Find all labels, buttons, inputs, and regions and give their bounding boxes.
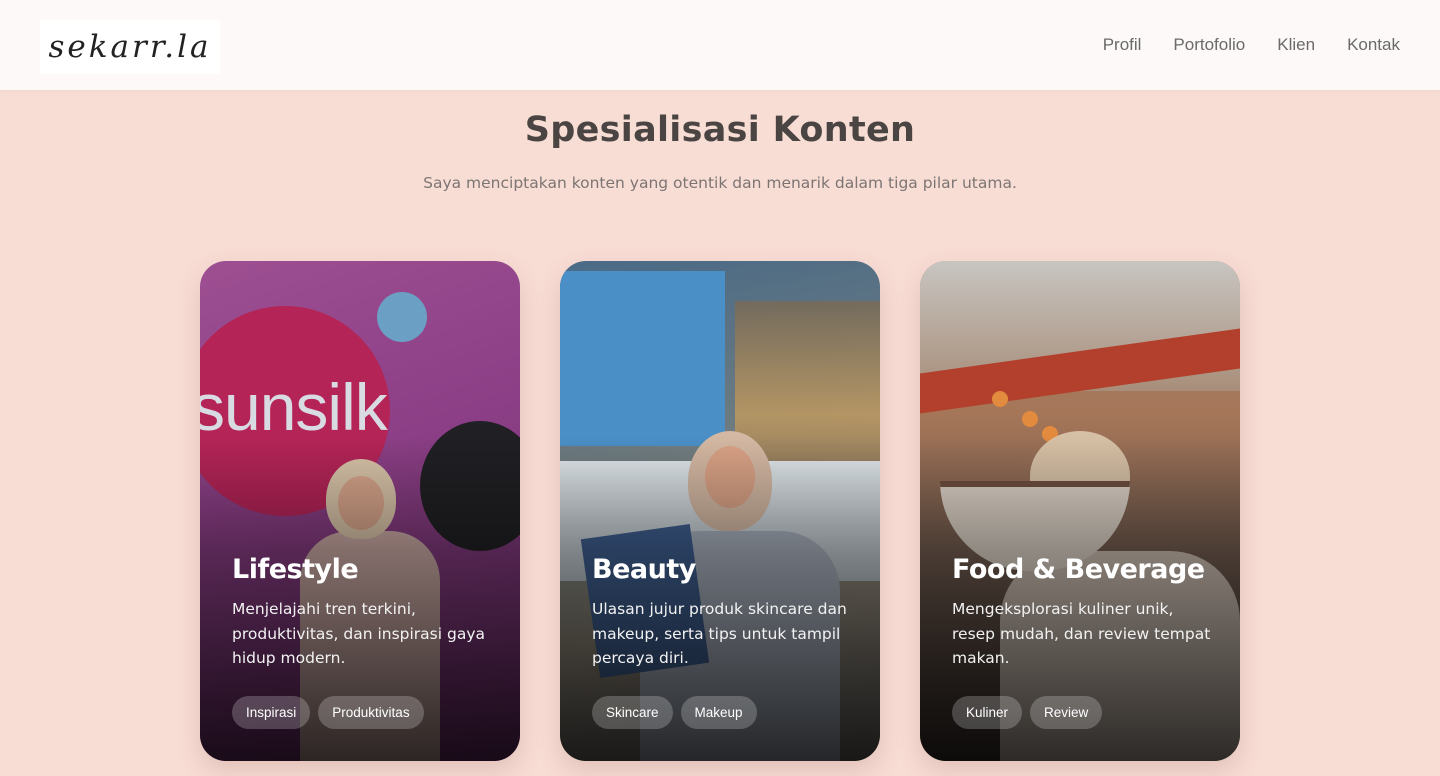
section-title: Spesialisasi Konten: [524, 110, 916, 150]
card-description: Menjelajahi tren terkini, produktivitas,…: [232, 600, 485, 667]
tag-review[interactable]: Review: [1030, 696, 1103, 729]
site-header: sekarr.la Profil Portofolio Klien Kontak: [0, 0, 1440, 90]
card-description: Mengeksplorasi kuliner unik, resep mudah…: [952, 600, 1211, 667]
tag-produktivitas[interactable]: Produktivitas: [318, 696, 424, 729]
card-lifestyle[interactable]: sunsilk Lifestyle Menjelajahi tren terki…: [200, 261, 520, 761]
card-description: Ulasan jujur produk skincare dan makeup,…: [592, 600, 847, 667]
nav-link-klien[interactable]: Klien: [1277, 35, 1315, 55]
card-title: Food & Beverage: [952, 554, 1205, 585]
card-content: Beauty Ulasan jujur produk skincare dan …: [592, 554, 856, 671]
nav-link-portofolio[interactable]: Portofolio: [1173, 35, 1245, 55]
card-title: Beauty: [592, 554, 696, 585]
section-subtitle: Saya menciptakan konten yang otentik dan…: [423, 174, 1017, 192]
site-logo[interactable]: sekarr.la: [40, 20, 220, 74]
card-beauty[interactable]: Beauty Ulasan jujur produk skincare dan …: [560, 261, 880, 761]
nav-link-kontak[interactable]: Kontak: [1347, 35, 1400, 55]
card-content: Lifestyle Menjelajahi tren terkini, prod…: [232, 554, 496, 671]
card-overlay: [200, 261, 520, 761]
card-food-beverage[interactable]: Food & Beverage Mengeksplorasi kuliner u…: [920, 261, 1240, 761]
main-nav: Profil Portofolio Klien Kontak: [1103, 35, 1400, 55]
card-overlay: [560, 261, 880, 761]
card-tags: Inspirasi Produktivitas: [232, 696, 424, 729]
card-title: Lifestyle: [232, 554, 359, 585]
card-tags: Skincare Makeup: [592, 696, 757, 729]
tag-skincare[interactable]: Skincare: [592, 696, 673, 729]
card-content: Food & Beverage Mengeksplorasi kuliner u…: [952, 554, 1216, 671]
tag-inspirasi[interactable]: Inspirasi: [232, 696, 311, 729]
tag-makeup[interactable]: Makeup: [680, 696, 757, 729]
card-tags: Kuliner Review: [952, 696, 1103, 729]
tag-kuliner[interactable]: Kuliner: [952, 696, 1023, 729]
card-overlay: [920, 261, 1240, 761]
nav-link-profil[interactable]: Profil: [1103, 35, 1142, 55]
